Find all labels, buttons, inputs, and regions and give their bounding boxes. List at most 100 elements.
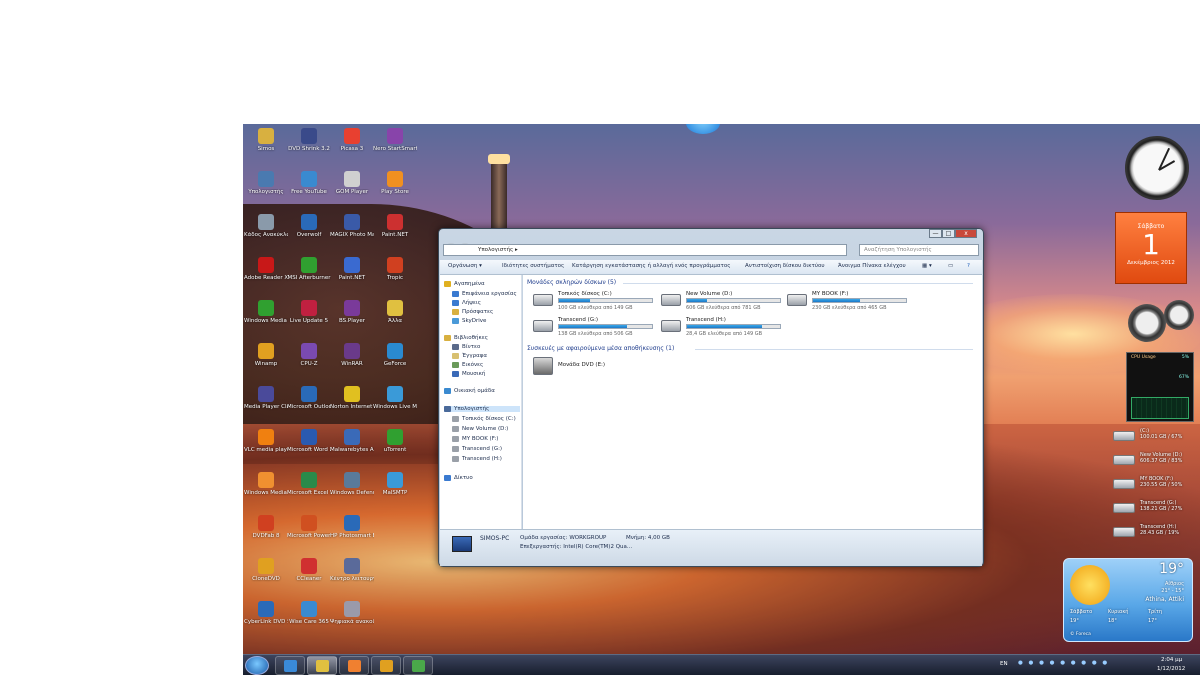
taskbar-ie-button[interactable] (275, 656, 305, 675)
nav-videos[interactable]: Βίντεο (452, 344, 480, 350)
tray-date[interactable]: 1/12/2012 (1157, 666, 1185, 672)
nav-desktop[interactable]: Επιφάνεια εργασίας (452, 291, 517, 297)
desktop-icon[interactable]: Microsoft PowerPoint (287, 515, 331, 540)
nav-drive-h[interactable]: Transcend (H:) (452, 456, 502, 462)
desktop-icon[interactable]: Windows Defender (330, 472, 374, 497)
desktop-icon[interactable]: Microsoft Outlook 2013 (287, 386, 331, 411)
nav-homegroup[interactable]: Οικιακή ομάδα (444, 388, 495, 394)
desktop-icon[interactable]: Adobe Reader XI (244, 257, 288, 282)
desktop-icon[interactable]: GOM Player (330, 171, 374, 196)
taskbar-explorer-button[interactable] (307, 656, 337, 675)
view-options-icon[interactable]: ▦ ▾ (922, 263, 932, 269)
minimize-button[interactable]: — (929, 229, 942, 238)
close-button[interactable]: x (955, 229, 977, 238)
address-bar[interactable]: Υπολογιστής ▸ (443, 244, 847, 256)
taskbar-app2-button[interactable] (403, 656, 433, 675)
desktop-icon[interactable]: Windows Live Messenger (373, 386, 417, 411)
nav-music[interactable]: Μουσική (452, 371, 485, 377)
dvd-drive-tile[interactable]: Μονάδα DVD (E:) (533, 357, 658, 379)
drive-tile-d[interactable]: New Volume (D:) 606 GB ελεύθερα από 781 … (661, 291, 786, 313)
start-button[interactable] (245, 656, 269, 675)
drive-gadget-c[interactable]: (C:) 100.01 GB / 67% (1113, 428, 1195, 446)
removable-group-header[interactable]: Συσκευές με αφαιρούμενα μέσα αποθήκευσης… (527, 345, 674, 352)
weather-gadget[interactable]: 19° Αίθριος 21° - 15° Athina, Attiki Σάβ… (1063, 558, 1193, 642)
desktop-icon[interactable]: Nero StartSmart (373, 128, 417, 153)
tray-time[interactable]: 2:04 μμ (1161, 657, 1182, 663)
weather-source[interactable]: © Foreca (1070, 632, 1091, 637)
nav-drive-g[interactable]: Transcend (G:) (452, 446, 502, 452)
drive-tile-g[interactable]: Transcend (G:) 138 GB ελεύθερα από 506 G… (533, 317, 658, 339)
organize-button[interactable]: Οργάνωση ▾ (448, 263, 482, 269)
desktop-icon[interactable]: CPU-Z (287, 343, 331, 368)
desktop-icon[interactable]: GeForce (373, 343, 417, 368)
desktop-icon[interactable]: Tropic (373, 257, 417, 282)
nav-pictures[interactable]: Εικόνες (452, 362, 483, 368)
desktop-icon[interactable]: Paint.NET (373, 214, 417, 239)
desktop-icon[interactable]: Overwolf (287, 214, 331, 239)
search-input[interactable]: Αναζήτηση Υπολογιστής (859, 244, 979, 256)
nav-favorites[interactable]: Αγαπημένα (444, 281, 485, 287)
nav-computer[interactable]: Υπολογιστής (444, 406, 520, 412)
nav-network[interactable]: Δίκτυο (444, 475, 473, 481)
desktop-icon[interactable]: Υπολογιστής (244, 171, 288, 196)
desktop-icon[interactable]: Κάδος Ανακύκλωσης (244, 214, 288, 239)
nav-downloads[interactable]: Λήψεις (452, 300, 481, 306)
taskbar-media-player-button[interactable] (339, 656, 369, 675)
drive-gadget-h[interactable]: Transcend (H:) 28.43 GB / 19% (1113, 524, 1195, 542)
desktop-icon[interactable]: VLC media player (244, 429, 288, 454)
nav-recent[interactable]: Πρόσφατες (452, 309, 493, 315)
nav-libraries[interactable]: Βιβλιοθήκες (444, 335, 488, 341)
desktop-icon[interactable]: Simos (244, 128, 288, 153)
calendar-gadget[interactable]: Σάββατο 1 Δεκέμβριος 2012 (1115, 212, 1187, 284)
nav-drive-f[interactable]: MY BOOK (F:) (452, 436, 498, 442)
nav-documents[interactable]: Έγγραφα (452, 353, 487, 359)
desktop-icon[interactable]: HP Photosmart Essential 3.5 (330, 515, 374, 540)
desktop-icon[interactable]: Ψηφιακά ανακοίνωσ (330, 601, 374, 626)
desktop-icon[interactable]: MalSMTP (373, 472, 417, 497)
open-control-panel-button[interactable]: Άνοιγμα Πίνακα ελέγχου (838, 263, 906, 269)
preview-pane-icon[interactable]: ▭ (948, 263, 953, 269)
desktop-icon[interactable]: Norton Internet Security (330, 386, 374, 411)
desktop-icon[interactable]: BS.Player (330, 300, 374, 325)
desktop-icon[interactable]: Windows Media Player (244, 472, 288, 497)
desktop-icon[interactable]: CCleaner (287, 558, 331, 583)
map-network-drive-button[interactable]: Αντιστοίχιση δίσκου δικτύου (745, 263, 825, 269)
desktop-icon[interactable]: Άλλα (373, 300, 417, 325)
desktop-icon[interactable]: MSI Afterburner (287, 257, 331, 282)
desktop-icon[interactable]: Wise Care 365 (287, 601, 331, 626)
desktop-icon[interactable]: Free YouTube (287, 171, 331, 196)
hdd-group-header[interactable]: Μονάδες σκληρών δίσκων (5) (527, 279, 616, 286)
desktop-icon[interactable]: Microsoft Excel 2013 (287, 472, 331, 497)
drive-gadget-d[interactable]: New Volume (D:) 606.37 GB / 83% (1113, 452, 1195, 470)
desktop-icon[interactable]: Live Update 5 (287, 300, 331, 325)
maximize-button[interactable]: □ (942, 229, 955, 238)
desktop-icon[interactable]: CloneDVD (244, 558, 288, 583)
desktop-icon[interactable]: Play Store (373, 171, 417, 196)
clock-gadget[interactable] (1125, 136, 1189, 200)
drive-gadget-g[interactable]: Transcend (G:) 138.21 GB / 27% (1113, 500, 1195, 518)
desktop-icon[interactable]: uTorrent (373, 429, 417, 454)
nav-skydrive[interactable]: SkyDrive (452, 318, 486, 324)
desktop-icon[interactable]: Media Player Classic (244, 386, 288, 411)
desktop-icon[interactable]: DVDFab 8 (244, 515, 288, 540)
desktop-icon[interactable]: Picasa 3 (330, 128, 374, 153)
system-properties-button[interactable]: Ιδιότητες συστήματος (502, 263, 564, 269)
desktop-icon[interactable]: CyberLink DVD Suite (244, 601, 288, 626)
nav-drive-d[interactable]: New Volume (D:) (452, 426, 508, 432)
drive-tile-h[interactable]: Transcend (H:) 28,4 GB ελεύθερα από 149 … (661, 317, 786, 339)
drive-tile-f[interactable]: MY BOOK (F:) 230 GB ελεύθερα από 465 GB (787, 291, 912, 313)
tray-icons[interactable]: ● ● ● ● ● ● ● ● ● (1018, 660, 1109, 666)
cpu-usage-gadget[interactable]: CPU Usage 5% 67% (1126, 352, 1194, 422)
help-icon[interactable]: ? (967, 263, 970, 269)
drive-gadget-f[interactable]: MY BOOK (F:) 230.55 GB / 50% (1113, 476, 1195, 494)
drive-tile-c[interactable]: Τοπικός δίσκος (C:) 100 GB ελεύθερα από … (533, 291, 658, 313)
desktop-icon[interactable]: Windows Media Center (244, 300, 288, 325)
desktop-icon[interactable]: DVD Shrink 3.2 (287, 128, 331, 153)
desktop-icon[interactable]: Malwarebytes Anti-Malware (330, 429, 374, 454)
desktop-icon[interactable]: Microsoft Word 2013 (287, 429, 331, 454)
explorer-window[interactable]: — □ x ◀ ▶ Υπολογιστής ▸ Αναζήτηση Υπολογ… (438, 228, 984, 567)
desktop-icon[interactable]: Winamp (244, 343, 288, 368)
nav-drive-c[interactable]: Τοπικός δίσκος (C:) (452, 416, 516, 422)
cpu-meter-gadget[interactable] (1128, 300, 1194, 344)
uninstall-program-button[interactable]: Κατάργηση εγκατάστασης ή αλλαγή ενός προ… (572, 263, 730, 269)
